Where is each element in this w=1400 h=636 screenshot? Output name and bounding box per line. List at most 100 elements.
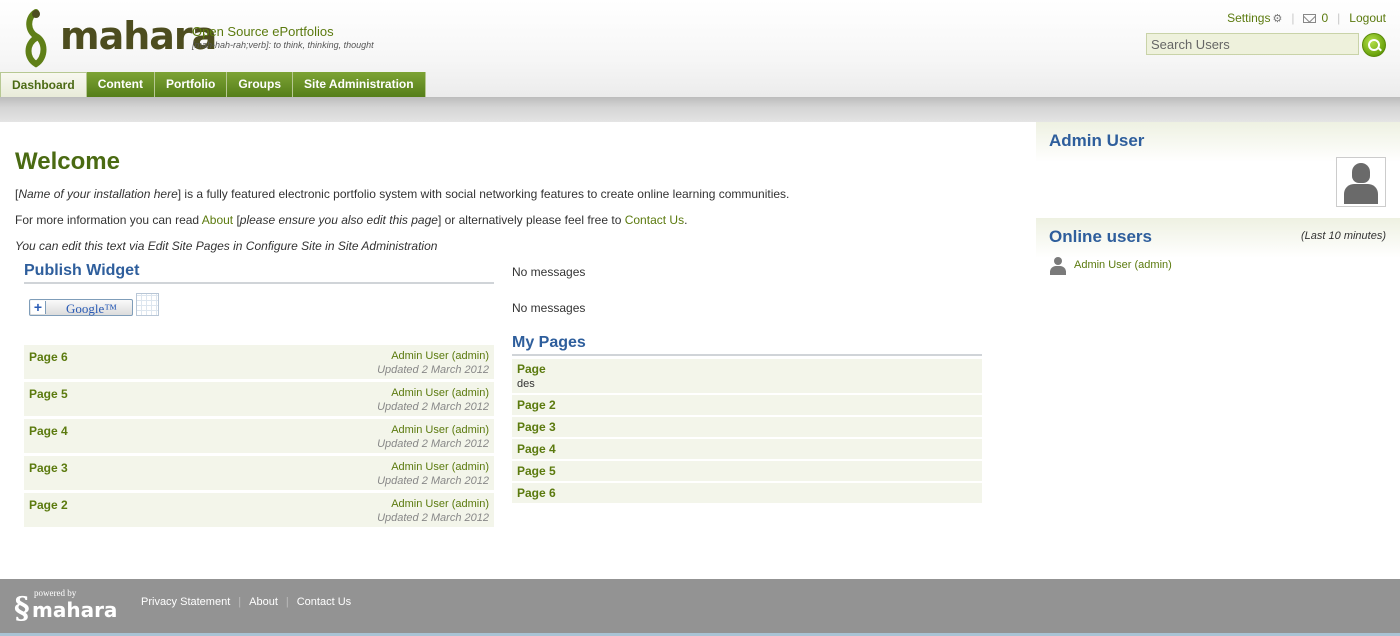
tagline-subtitle: [mah-hah-rah;verb]: to think, thinking, … [192, 40, 374, 50]
list-item: Page 2 Admin User (admin) Updated 2 Marc… [24, 493, 494, 527]
sidebar: Admin User Online users (Last 10 minutes… [1036, 122, 1400, 298]
no-messages-text: No messages [512, 265, 586, 279]
tab-groups[interactable]: Groups [227, 72, 294, 97]
logout-link[interactable]: Logout [1349, 11, 1386, 25]
feed-list: Page 6 Admin User (admin) Updated 2 Marc… [24, 345, 494, 530]
list-item: Page 3 Admin User (admin) Updated 2 Marc… [24, 456, 494, 490]
feed-item-author[interactable]: Admin User (admin) [391, 387, 489, 399]
contact-us-link[interactable]: Contact Us [625, 213, 684, 227]
about-link[interactable]: About [202, 213, 233, 227]
user-search [1146, 33, 1386, 57]
subnav-bar [0, 97, 1400, 122]
feed-item-date: Updated 2 March 2012 [377, 364, 489, 376]
page-link[interactable]: Page 4 [517, 442, 977, 456]
footer: § powered by mahara Privacy Statement | … [0, 579, 1400, 636]
inbox-count: 0 [1321, 11, 1329, 25]
search-button[interactable] [1362, 33, 1386, 57]
tagline-title: Open Source ePortfolios [192, 24, 334, 39]
list-item: Page des [512, 359, 982, 393]
avatar[interactable] [1336, 157, 1386, 207]
header: mahara Open Source ePortfolios [mah-hah-… [0, 0, 1400, 122]
feed-item-date: Updated 2 March 2012 [377, 475, 489, 487]
publish-widget-title: Publish Widget [24, 262, 494, 284]
intro-text: . [684, 213, 688, 227]
footer-links: Privacy Statement | About | Contact Us [141, 596, 351, 608]
publish-widget-block: Publish Widget + Google™ Page 6 Admin Us… [24, 262, 494, 527]
privacy-statement-link[interactable]: Privacy Statement [141, 596, 230, 608]
mahara-logo-icon [25, 9, 47, 68]
top-links: Settings ⚙ | 0 | Logout [1227, 11, 1386, 25]
profile-block: Admin User [1036, 122, 1400, 218]
tab-content[interactable]: Content [86, 72, 156, 97]
feed-item-title[interactable]: Page 4 [29, 424, 68, 438]
inbox-link[interactable]: 0 [1303, 11, 1328, 25]
main-nav: Dashboard Content Portfolio Groups Site … [0, 72, 426, 98]
feed-item-author[interactable]: Admin User (admin) [391, 498, 489, 510]
add-to-google-button[interactable]: + Google™ [29, 299, 133, 316]
list-item: Page 4 [512, 439, 982, 459]
no-messages-text: No messages [512, 301, 586, 315]
separator: | [1337, 11, 1341, 25]
page-link[interactable]: Page 5 [517, 464, 977, 478]
feed-item-date: Updated 2 March 2012 [377, 438, 489, 450]
intro-text: ] is a fully featured electronic portfol… [177, 187, 790, 201]
feed-item-title[interactable]: Page 5 [29, 387, 68, 401]
page-link[interactable]: Page [517, 362, 977, 376]
feed-item-author[interactable]: Admin User (admin) [391, 350, 489, 362]
online-period: (Last 10 minutes) [1301, 230, 1386, 242]
calendar-icon[interactable] [136, 293, 159, 316]
page-link[interactable]: Page 6 [517, 486, 977, 500]
search-users-input[interactable] [1146, 33, 1359, 55]
list-item: Page 2 [512, 395, 982, 415]
feed-item-author[interactable]: Admin User (admin) [391, 424, 489, 436]
settings-label: Settings [1227, 11, 1271, 25]
online-users-block: Online users (Last 10 minutes) Admin Use… [1036, 218, 1400, 298]
my-pages-title: My Pages [512, 334, 982, 356]
online-user-link[interactable]: Admin User (admin) [1074, 259, 1172, 271]
footer-contact-link[interactable]: Contact Us [297, 596, 351, 608]
profile-title[interactable]: Admin User [1049, 131, 1387, 151]
feed-item-title[interactable]: Page 2 [29, 498, 68, 512]
user-icon [1049, 257, 1067, 275]
intro-paragraph-1: [Name of your installation here] is a fu… [15, 187, 789, 201]
list-item: Page 4 Admin User (admin) Updated 2 Marc… [24, 419, 494, 453]
feed-item-author[interactable]: Admin User (admin) [391, 461, 489, 473]
plus-icon: + [31, 300, 46, 314]
footer-wordmark: mahara [32, 598, 118, 622]
tab-dashboard[interactable]: Dashboard [0, 72, 87, 98]
feed-item-title[interactable]: Page 3 [29, 461, 68, 475]
feed-item-date: Updated 2 March 2012 [377, 401, 489, 413]
intro-emphasis: please ensure you also edit this page [239, 213, 438, 227]
footer-about-link[interactable]: About [249, 596, 278, 608]
list-item: Page 6 [512, 483, 982, 503]
mahara-logo[interactable]: mahara [16, 8, 217, 68]
mahara-mark-icon: § [14, 591, 30, 626]
list-item: Page 5 Admin User (admin) Updated 2 Marc… [24, 382, 494, 416]
intro-text: For more information you can read [15, 213, 202, 227]
page-link[interactable]: Page 3 [517, 420, 977, 434]
intro-paragraph-3: You can edit this text via Edit Site Pag… [15, 239, 437, 253]
feed-item-title[interactable]: Page 6 [29, 350, 68, 364]
online-user-row: Admin User (admin) [1049, 257, 1387, 275]
intro-emphasis: You can edit this text via Edit Site Pag… [15, 239, 438, 253]
page-link[interactable]: Page 2 [517, 398, 977, 412]
intro-emphasis: Name of your installation here [18, 187, 178, 201]
settings-link[interactable]: Settings ⚙ [1227, 11, 1282, 25]
google-label: Google™ [66, 301, 118, 316]
gear-icon: ⚙ [1272, 13, 1283, 25]
intro-text: ] or alternatively please feel free to [437, 213, 625, 227]
tagline: Open Source ePortfolios [mah-hah-rah;ver… [192, 24, 374, 50]
separator: | [238, 596, 242, 608]
separator: | [1291, 11, 1295, 25]
tab-portfolio[interactable]: Portfolio [155, 72, 228, 97]
page-title: Welcome [15, 148, 120, 175]
mail-icon [1303, 14, 1317, 24]
list-item: Page 5 [512, 461, 982, 481]
intro-text: [ [233, 213, 240, 227]
tab-site-administration[interactable]: Site Administration [293, 72, 426, 97]
feed-item-date: Updated 2 March 2012 [377, 512, 489, 524]
intro-paragraph-2: For more information you can read About … [15, 213, 687, 227]
page-description: des [517, 378, 535, 390]
my-pages-list: Page des Page 2 Page 3 Page 4 Page 5 Pag… [512, 359, 982, 505]
separator: | [285, 596, 289, 608]
